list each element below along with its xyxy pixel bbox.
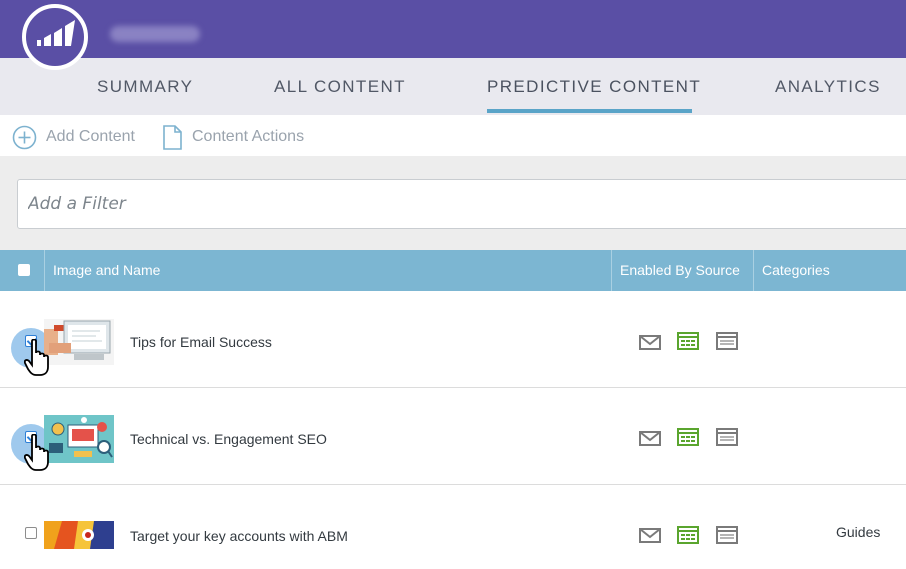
table-row[interactable]: Target your key accounts with ABM Guides bbox=[0, 485, 906, 569]
column-divider bbox=[44, 250, 45, 291]
document-icon bbox=[163, 124, 182, 150]
row-checkbox[interactable] bbox=[25, 431, 37, 443]
tab-predictive-content[interactable]: PREDICTIVE CONTENT bbox=[487, 77, 701, 97]
row-category: Guides bbox=[836, 524, 881, 540]
column-header-image-and-name[interactable]: Image and Name bbox=[53, 250, 160, 291]
web-page-icon[interactable] bbox=[677, 428, 699, 446]
row-checkbox[interactable] bbox=[25, 527, 37, 539]
browser-window-icon[interactable] bbox=[716, 428, 738, 446]
step-number: 1 bbox=[36, 361, 43, 373]
content-actions-button[interactable]: Content Actions bbox=[162, 124, 305, 150]
add-content-button[interactable]: Add Content bbox=[12, 125, 135, 149]
step-number: 2 bbox=[36, 457, 43, 469]
browser-window-icon[interactable] bbox=[716, 332, 738, 350]
table-row[interactable]: Technical vs. Engagement SEO 2 bbox=[0, 388, 906, 485]
column-header-enabled-by-source[interactable]: Enabled By Source bbox=[620, 250, 740, 291]
column-header-categories[interactable]: Categories bbox=[762, 250, 830, 291]
active-tab-indicator bbox=[487, 109, 692, 113]
column-divider bbox=[753, 250, 754, 291]
tab-summary[interactable]: SUMMARY bbox=[97, 77, 193, 97]
tab-analytics[interactable]: ANALYTICS bbox=[775, 77, 881, 97]
email-icon[interactable] bbox=[639, 334, 661, 352]
predictive-content-page: SUMMARY ALL CONTENT PREDICTIVE CONTENT A… bbox=[0, 0, 906, 569]
top-bar bbox=[0, 0, 906, 58]
content-name[interactable]: Target your key accounts with ABM bbox=[130, 528, 348, 544]
web-page-icon[interactable] bbox=[677, 526, 699, 544]
browser-window-icon[interactable] bbox=[716, 526, 738, 544]
add-content-label: Add Content bbox=[46, 128, 135, 145]
redacted-workspace-name bbox=[110, 26, 200, 42]
web-page-icon[interactable] bbox=[677, 332, 699, 350]
toolbar: Add Content Content Actions bbox=[0, 115, 906, 156]
marketo-logo-icon[interactable] bbox=[22, 4, 88, 70]
content-name[interactable]: Technical vs. Engagement SEO bbox=[130, 431, 327, 447]
filter-area bbox=[0, 156, 906, 250]
seo-illustration-thumbnail bbox=[44, 415, 114, 463]
row-checkbox[interactable] bbox=[25, 335, 37, 347]
content-actions-label: Content Actions bbox=[192, 128, 305, 145]
email-icon[interactable] bbox=[639, 430, 661, 448]
filter-input[interactable] bbox=[17, 179, 906, 229]
table-row[interactable]: Tips for Email Success 1 bbox=[0, 291, 906, 388]
table-header: Image and Name Enabled By Source Categor… bbox=[0, 250, 906, 291]
email-marketing-thumbnail bbox=[44, 319, 114, 365]
tab-bar: SUMMARY ALL CONTENT PREDICTIVE CONTENT A… bbox=[0, 58, 906, 115]
abm-target-thumbnail bbox=[44, 521, 114, 549]
content-name[interactable]: Tips for Email Success bbox=[130, 334, 272, 350]
plus-circle-icon bbox=[12, 125, 37, 149]
tab-all-content[interactable]: ALL CONTENT bbox=[274, 77, 406, 97]
email-icon[interactable] bbox=[639, 527, 661, 545]
column-divider bbox=[611, 250, 612, 291]
select-all-checkbox[interactable] bbox=[18, 264, 30, 276]
